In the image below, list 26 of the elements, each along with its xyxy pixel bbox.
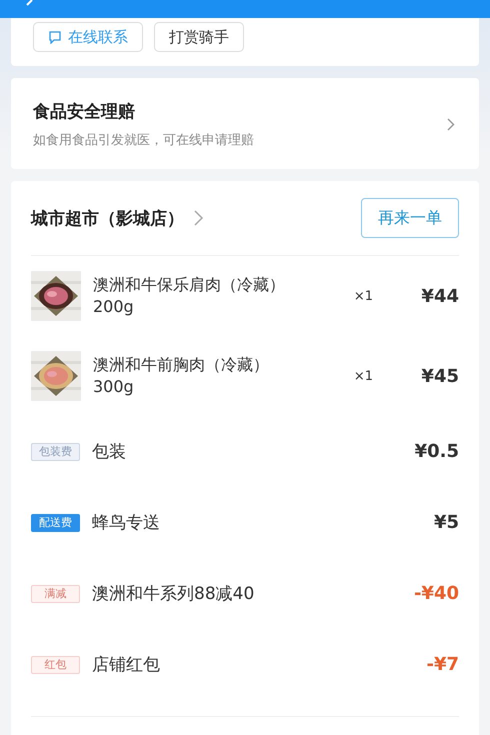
product-quantity: ×1 xyxy=(352,368,373,384)
fee-label: 澳洲和牛系列88减40 xyxy=(92,583,254,605)
fee-amount: ¥0.5 xyxy=(414,441,459,462)
fee-tag: 红包 xyxy=(31,656,80,674)
fee-label: 店铺红包 xyxy=(92,654,160,676)
insurance-card[interactable]: 食品安全理赔 如食用食品引发就医，可在线申请理赔 xyxy=(11,78,479,169)
chevron-icon xyxy=(447,118,455,131)
insurance-title: 食品安全理赔 xyxy=(33,101,136,123)
product-quantity: ×1 xyxy=(352,288,373,304)
chat-icon xyxy=(48,30,62,44)
store-name[interactable]: 城市超市（影城店） xyxy=(31,206,184,230)
fee-tag: 满减 xyxy=(31,584,80,602)
fee-label: 包装 xyxy=(92,441,126,463)
product-price: ¥44 xyxy=(421,286,459,306)
product-name: 澳洲和牛前胸肉（冷藏）300g xyxy=(93,354,270,398)
fee-tag: 配送费 xyxy=(31,514,80,532)
fee-amount: ¥5 xyxy=(434,512,459,533)
product-name: 澳洲和牛保乐肩肉（冷藏）200g xyxy=(93,274,286,318)
fee-amount: -¥40 xyxy=(414,583,459,604)
insurance-subtitle: 如食用食品引发就医，可在线申请理赔 xyxy=(33,132,254,149)
contact-button[interactable]: 打赏骑手 xyxy=(154,22,244,52)
product-price: ¥45 xyxy=(421,366,459,386)
chevron-icon[interactable] xyxy=(194,210,204,226)
fee-amount: -¥7 xyxy=(426,654,459,675)
fee-label: 蜂鸟专送 xyxy=(92,512,160,534)
fee-tag: 包装费 xyxy=(31,442,80,460)
